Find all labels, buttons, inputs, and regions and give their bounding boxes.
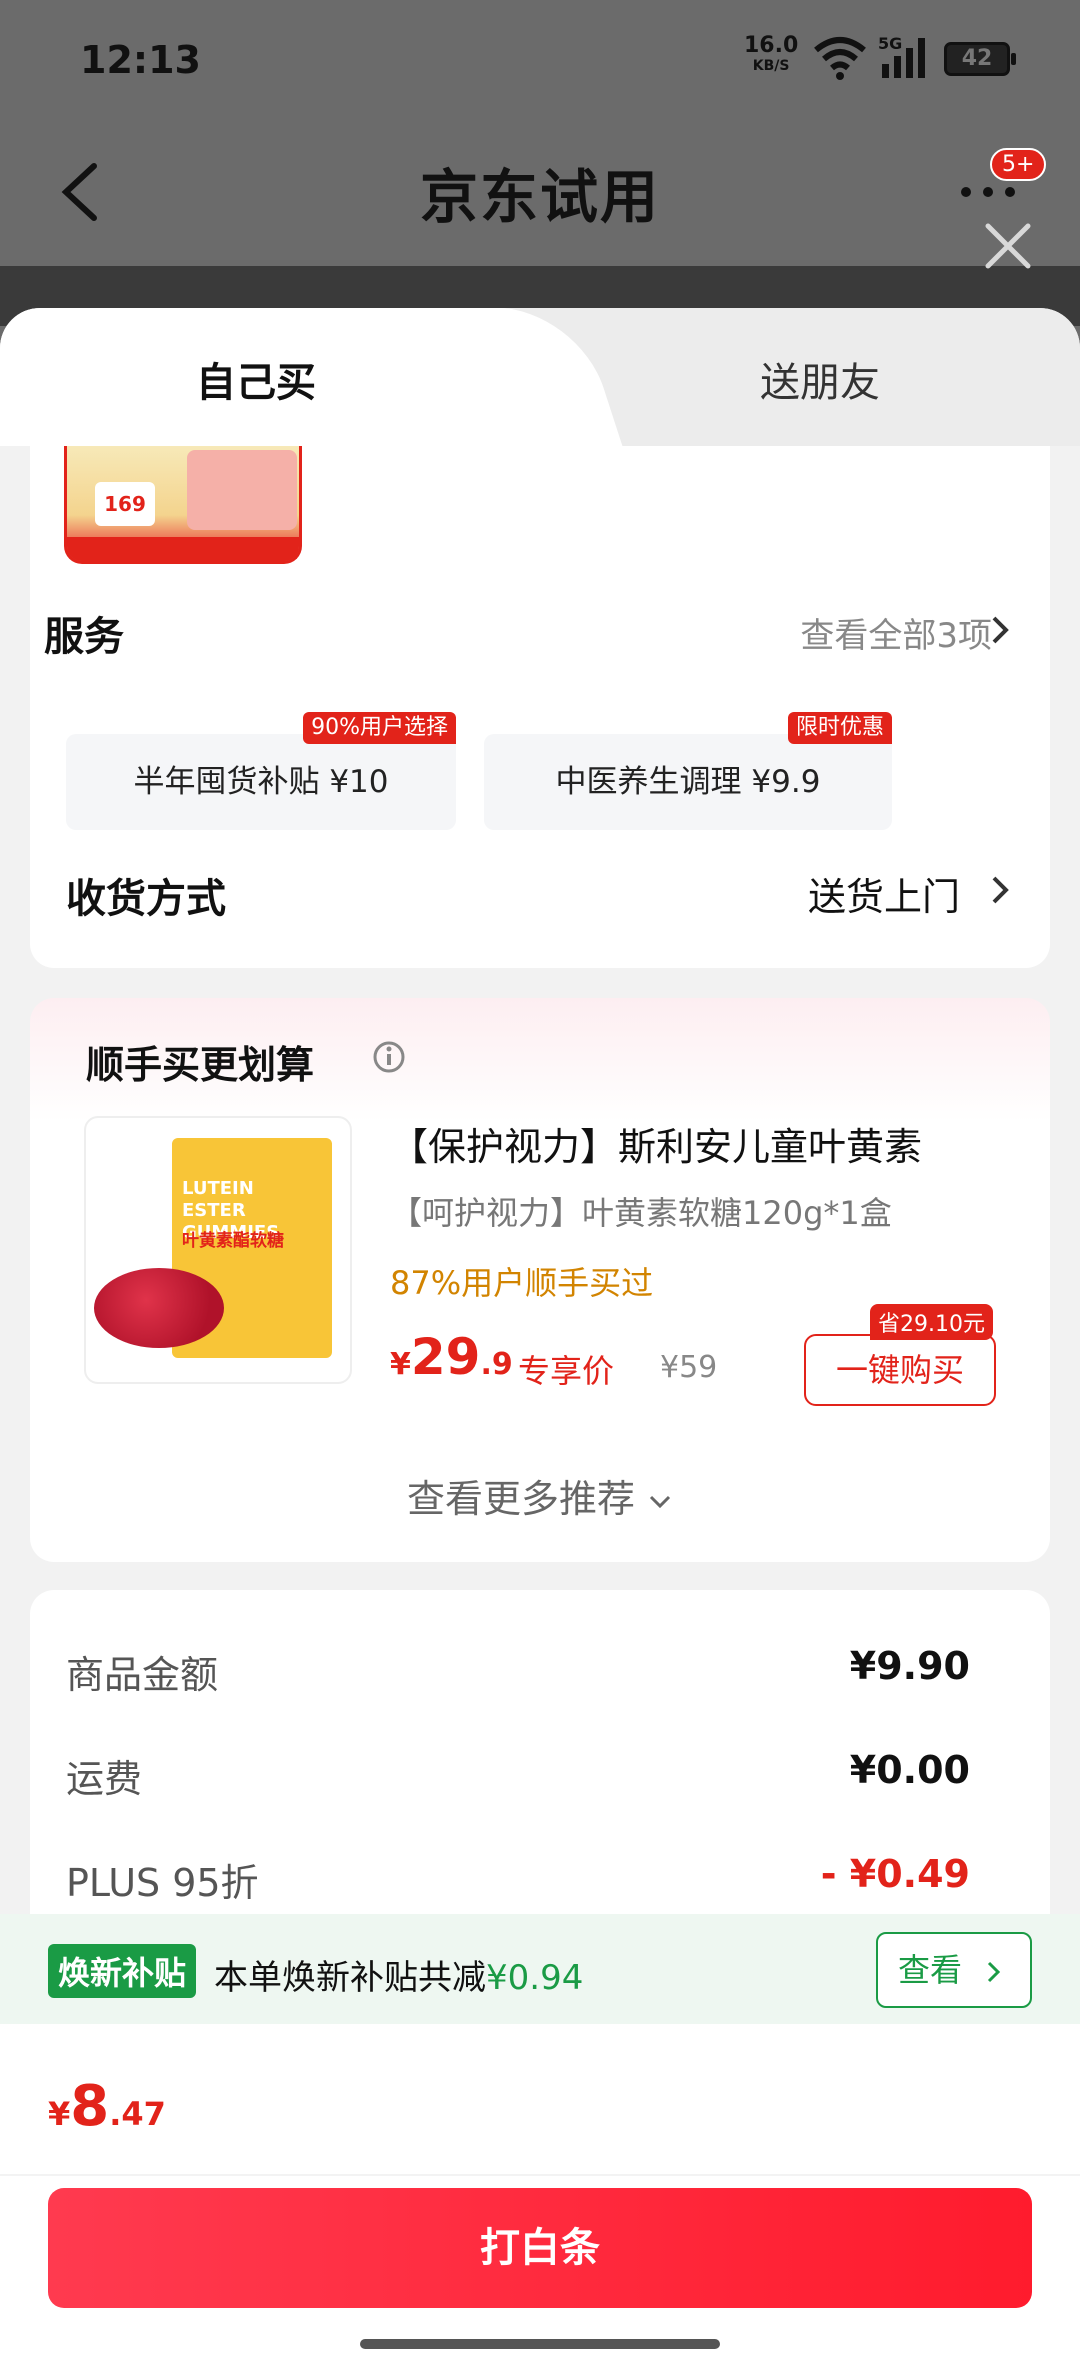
thumbnail-strip: [67, 537, 299, 561]
battery-icon: 42: [944, 42, 1016, 76]
home-indicator[interactable]: [360, 2339, 720, 2349]
product-gummies-art: [94, 1268, 224, 1348]
service-chip-label: 半年囤货补贴 ¥10: [133, 764, 389, 800]
pay-with-baitiao-button[interactable]: 打白条: [48, 2188, 1032, 2308]
subsidy-text: 本单焕新补贴共减¥0.94: [214, 1958, 584, 1998]
thumbnail-art: [187, 450, 297, 530]
chevron-down-icon: [649, 1495, 671, 1508]
savings-badge: 省29.10元: [870, 1304, 993, 1340]
summary-label-goods: 商品金额: [66, 1653, 219, 1697]
order-card: 169 服务 查看全部3项 半年囤货补贴 ¥10 90%用户选择 中医养生调理 …: [30, 446, 1050, 968]
service-chip-label: 中医养生调理 ¥9.9: [555, 764, 821, 800]
original-price: ¥59: [660, 1350, 718, 1385]
recommend-product-spec: 【呵护视力】叶黄素软糖120g*1盒: [390, 1194, 892, 1232]
service-chip-badge: 90%用户选择: [303, 712, 456, 744]
status-bar: 12:13 16.0 KB/S 5G 42: [0, 0, 1080, 120]
recommend-product-image[interactable]: LUTEIN ESTER GUMMIES 叶黄素酯软糖: [84, 1116, 352, 1384]
summary-value-plus: - ¥0.49: [820, 1852, 970, 1896]
wifi-icon: [814, 37, 866, 80]
recommend-card: 顺手买更划算 LUTEIN ESTER GUMMIES 叶黄素酯软糖 【保护视力…: [30, 998, 1050, 1562]
tab-buy-self[interactable]: 自己买: [0, 308, 560, 446]
page-title: 京东试用: [419, 163, 660, 231]
recommend-title: 顺手买更划算: [86, 1043, 315, 1087]
service-chip-stockup[interactable]: 半年囤货补贴 ¥10 90%用户选择: [66, 712, 456, 830]
thumbnail-price: 169: [95, 482, 155, 526]
delivery-title: 收货方式: [66, 876, 226, 922]
product-box-text-cn: 叶黄素酯软糖: [182, 1231, 284, 1251]
footer-divider: [0, 2174, 1080, 2176]
checkout-footer: ¥8.47 打白条: [0, 2024, 1080, 2374]
chevron-right-icon: [992, 616, 1009, 644]
recommend-product-name[interactable]: 【保护视力】斯利安儿童叶黄素: [390, 1116, 922, 1171]
exclusive-price-label: 专享价: [518, 1352, 615, 1390]
total-price: ¥8.47: [48, 2074, 166, 2139]
chevron-right-icon: [988, 1961, 1001, 1983]
tab-bar: 自己买 送朋友: [0, 308, 1080, 446]
recommend-buyers-pct: 87%用户顺手买过: [390, 1264, 654, 1302]
summary-label-shipping: 运费: [66, 1757, 143, 1801]
summary-value-shipping: ¥0.00: [849, 1748, 970, 1792]
message-badge: 5+: [990, 148, 1047, 181]
service-chip-badge: 限时优惠: [787, 712, 892, 744]
tab-buy-self-label: 自己买: [196, 360, 316, 406]
network-speed: 16.0 KB/S: [744, 33, 799, 75]
service-view-all[interactable]: 查看全部3项: [800, 608, 992, 657]
summary-label-plus: PLUS 95折: [66, 1861, 259, 1905]
service-chip-tcm[interactable]: 中医养生调理 ¥9.9 限时优惠: [484, 712, 892, 830]
signal-icon: [882, 38, 925, 78]
one-click-buy-button[interactable]: 一键购买: [804, 1334, 996, 1406]
tab-gift-friend[interactable]: 送朋友: [760, 350, 880, 408]
subsidy-bar: 焕新补贴 本单焕新补贴共减¥0.94 查看: [0, 1914, 1080, 2024]
summary-value-goods: ¥9.90: [849, 1644, 970, 1688]
status-time: 12:13: [80, 38, 201, 82]
info-icon[interactable]: [372, 1040, 406, 1074]
purchase-sheet: 自己买 送朋友 169 服务 查看全部3项 半年囤货补贴 ¥10 90%用户选择…: [0, 308, 1080, 2374]
subsidy-view-button[interactable]: 查看: [876, 1932, 1032, 2008]
subsidy-tag: 焕新补贴: [48, 1944, 197, 1998]
more-recommend-link[interactable]: 查看更多推荐: [30, 1468, 1050, 1523]
delivery-value[interactable]: 送货上门: [808, 866, 960, 921]
service-title: 服务: [44, 614, 124, 660]
close-icon[interactable]: [982, 220, 1034, 272]
recommend-price: ¥29.9: [390, 1328, 513, 1386]
chevron-right-icon: [992, 876, 1009, 904]
product-thumbnail[interactable]: 169: [64, 446, 302, 564]
